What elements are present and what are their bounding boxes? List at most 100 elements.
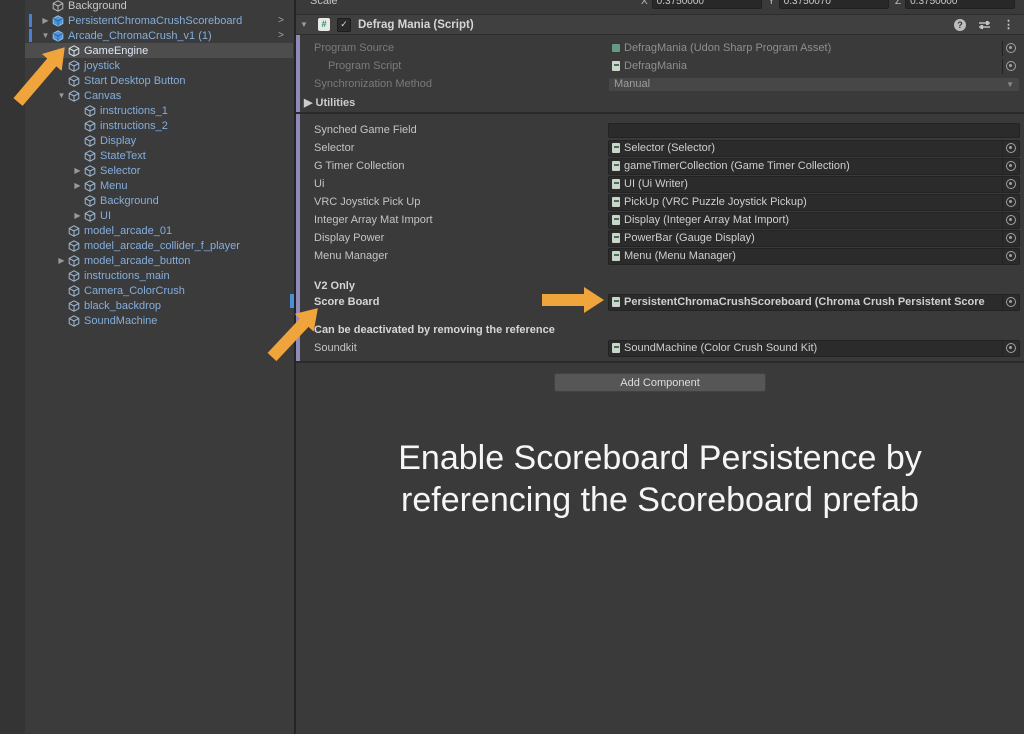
cube-icon — [84, 135, 97, 147]
hierarchy-item[interactable]: Camera_ColorCrush — [25, 283, 293, 298]
object-reference-value: PersistentChromaCrushScoreboard (Chroma … — [624, 296, 1002, 308]
object-reference-field[interactable]: Selector (Selector) — [608, 140, 1020, 157]
help-icon[interactable]: ? — [954, 19, 966, 31]
hierarchy-item[interactable]: model_arcade_collider_f_player — [25, 238, 293, 253]
hierarchy-item[interactable]: ▶ PersistentChromaCrushScoreboard > — [25, 13, 293, 28]
sync-method-dropdown[interactable]: Manual ▼ — [608, 77, 1020, 92]
field-label: Display Power — [314, 232, 384, 244]
foldout-arrow-icon[interactable]: ▶ — [71, 178, 84, 193]
foldout-arrow-icon[interactable]: ▶ — [71, 208, 84, 223]
hierarchy-item[interactable]: instructions_main — [25, 268, 293, 283]
inspector-row: Display Power PowerBar (Gauge Display) — [296, 230, 1024, 246]
kebab-menu-icon[interactable]: ⋮ — [1003, 19, 1014, 31]
open-prefab-chevron-icon[interactable]: > — [278, 13, 284, 28]
component-header[interactable]: ▼ # ✓ Defrag Mania (Script) ? ⋮ — [296, 14, 1024, 35]
cube-icon — [68, 90, 81, 102]
object-picker-button[interactable] — [1002, 231, 1019, 246]
object-picker-button[interactable] — [1002, 41, 1019, 56]
object-reference-field[interactable]: PickUp (VRC Puzzle Joystick Pickup) — [608, 194, 1020, 211]
hierarchy-item[interactable]: ▼ Arcade_ChromaCrush_v1 (1) > — [25, 28, 293, 43]
hierarchy-item[interactable]: Background — [25, 0, 293, 13]
dropdown-value: Manual — [614, 78, 650, 90]
object-reference-value: Display (Integer Array Mat Import) — [624, 214, 1002, 226]
object-reference-field[interactable]: Menu (Menu Manager) — [608, 248, 1020, 265]
synched-game-field-input[interactable] — [608, 123, 1020, 138]
foldout-arrow-icon[interactable]: ▶ — [55, 253, 68, 268]
object-reference-field[interactable]: gameTimerCollection (Game Timer Collecti… — [608, 158, 1020, 175]
component-foldout-icon[interactable]: ▼ — [296, 20, 312, 29]
presets-icon[interactable] — [978, 19, 991, 31]
script-asset-icon — [612, 161, 620, 171]
script-asset-icon — [612, 44, 620, 52]
soundkit-row: Soundkit SoundMachine (Color Crush Sound… — [296, 340, 1024, 356]
foldout-arrow-icon[interactable]: ▶ — [39, 13, 52, 28]
soundkit-object-field[interactable]: SoundMachine (Color Crush Sound Kit) — [608, 340, 1020, 357]
hierarchy-item-label: Background — [68, 0, 127, 12]
prefab-instance-bar — [29, 14, 32, 27]
inspector-panel: Scale X 0.3750000 Y 0.3750070 Z 0.375000… — [296, 0, 1024, 734]
hierarchy-item[interactable]: black_backdrop — [25, 298, 293, 313]
object-picker-icon — [1006, 251, 1016, 261]
scale-label: Scale — [310, 0, 338, 7]
object-picker-button[interactable] — [1002, 295, 1019, 310]
foldout-arrow-icon[interactable]: ▶ — [71, 163, 84, 178]
utilities-foldout-row[interactable]: ▶ Utilities — [296, 94, 1024, 110]
object-picker-button[interactable] — [1002, 341, 1019, 356]
hierarchy-item[interactable]: ▶ UI — [25, 208, 293, 223]
scale-y-input[interactable]: 0.3750070 — [779, 0, 889, 9]
script-asset-icon — [612, 233, 620, 243]
hierarchy-item[interactable]: instructions_1 — [25, 103, 293, 118]
hierarchy-item[interactable]: StateText — [25, 148, 293, 163]
object-reference-field[interactable]: DefragMania — [608, 58, 1020, 75]
cube-icon — [84, 180, 97, 192]
object-reference-field[interactable]: Display (Integer Array Mat Import) — [608, 212, 1020, 229]
cube-icon — [68, 315, 81, 327]
open-prefab-chevron-icon[interactable]: > — [278, 28, 284, 43]
foldout-arrow-icon[interactable]: ▼ — [55, 88, 68, 103]
object-reference-field[interactable]: PowerBar (Gauge Display) — [608, 230, 1020, 247]
scale-x-input[interactable]: 0.3750000 — [652, 0, 762, 9]
object-picker-button[interactable] — [1002, 177, 1019, 192]
hierarchy-item[interactable]: ▶ model_arcade_button — [25, 253, 293, 268]
field-label: VRC Joystick Pick Up — [314, 196, 420, 208]
object-reference-field[interactable]: UI (Ui Writer) — [608, 176, 1020, 193]
hierarchy-item[interactable]: model_arcade_01 — [25, 223, 293, 238]
hierarchy-item-label: Arcade_ChromaCrush_v1 (1) — [68, 30, 212, 42]
hierarchy-item[interactable]: ▶ Selector — [25, 163, 293, 178]
foldout-arrow-icon[interactable]: ▼ — [39, 28, 52, 43]
object-reference-field[interactable]: DefragMania (Udon Sharp Program Asset) — [608, 40, 1020, 57]
axis-z-label: Z — [895, 0, 901, 7]
field-label: Menu Manager — [314, 250, 388, 262]
hierarchy-item[interactable]: Display — [25, 133, 293, 148]
field-label: Ui — [314, 178, 324, 190]
inspector-row: VRC Joystick Pick Up PickUp (VRC Puzzle … — [296, 194, 1024, 210]
object-picker-icon — [1006, 143, 1016, 153]
hierarchy-item-label: Canvas — [84, 90, 121, 102]
hierarchy-item[interactable]: SoundMachine — [25, 313, 293, 328]
hierarchy-item[interactable]: instructions_2 — [25, 118, 293, 133]
section-separator — [296, 112, 1024, 114]
score-board-object-field[interactable]: PersistentChromaCrushScoreboard (Chroma … — [608, 294, 1020, 311]
script-asset-icon — [612, 61, 620, 71]
hierarchy-item-label: instructions_1 — [100, 105, 168, 117]
object-picker-icon — [1006, 343, 1016, 353]
hierarchy-item[interactable]: Start Desktop Button — [25, 73, 293, 88]
object-picker-button[interactable] — [1002, 195, 1019, 210]
object-picker-button[interactable] — [1002, 59, 1019, 74]
field-label: Program Source — [314, 42, 394, 54]
hierarchy-item[interactable]: ▶ Menu — [25, 178, 293, 193]
object-picker-icon — [1006, 179, 1016, 189]
hierarchy-item[interactable]: ▼ Canvas — [25, 88, 293, 103]
hierarchy-item[interactable]: Background — [25, 193, 293, 208]
add-component-button[interactable]: Add Component — [554, 373, 766, 392]
component-enabled-checkbox[interactable]: ✓ — [337, 18, 351, 32]
object-picker-button[interactable] — [1002, 159, 1019, 174]
scale-z-input[interactable]: 0.3750000 — [905, 0, 1015, 9]
field-label: Selector — [314, 142, 354, 154]
object-picker-button[interactable] — [1002, 249, 1019, 264]
inspector-row: Integer Array Mat Import Display (Intege… — [296, 212, 1024, 228]
object-picker-icon — [1006, 161, 1016, 171]
script-asset-icon — [612, 179, 620, 189]
object-picker-button[interactable] — [1002, 213, 1019, 228]
object-picker-button[interactable] — [1002, 141, 1019, 156]
